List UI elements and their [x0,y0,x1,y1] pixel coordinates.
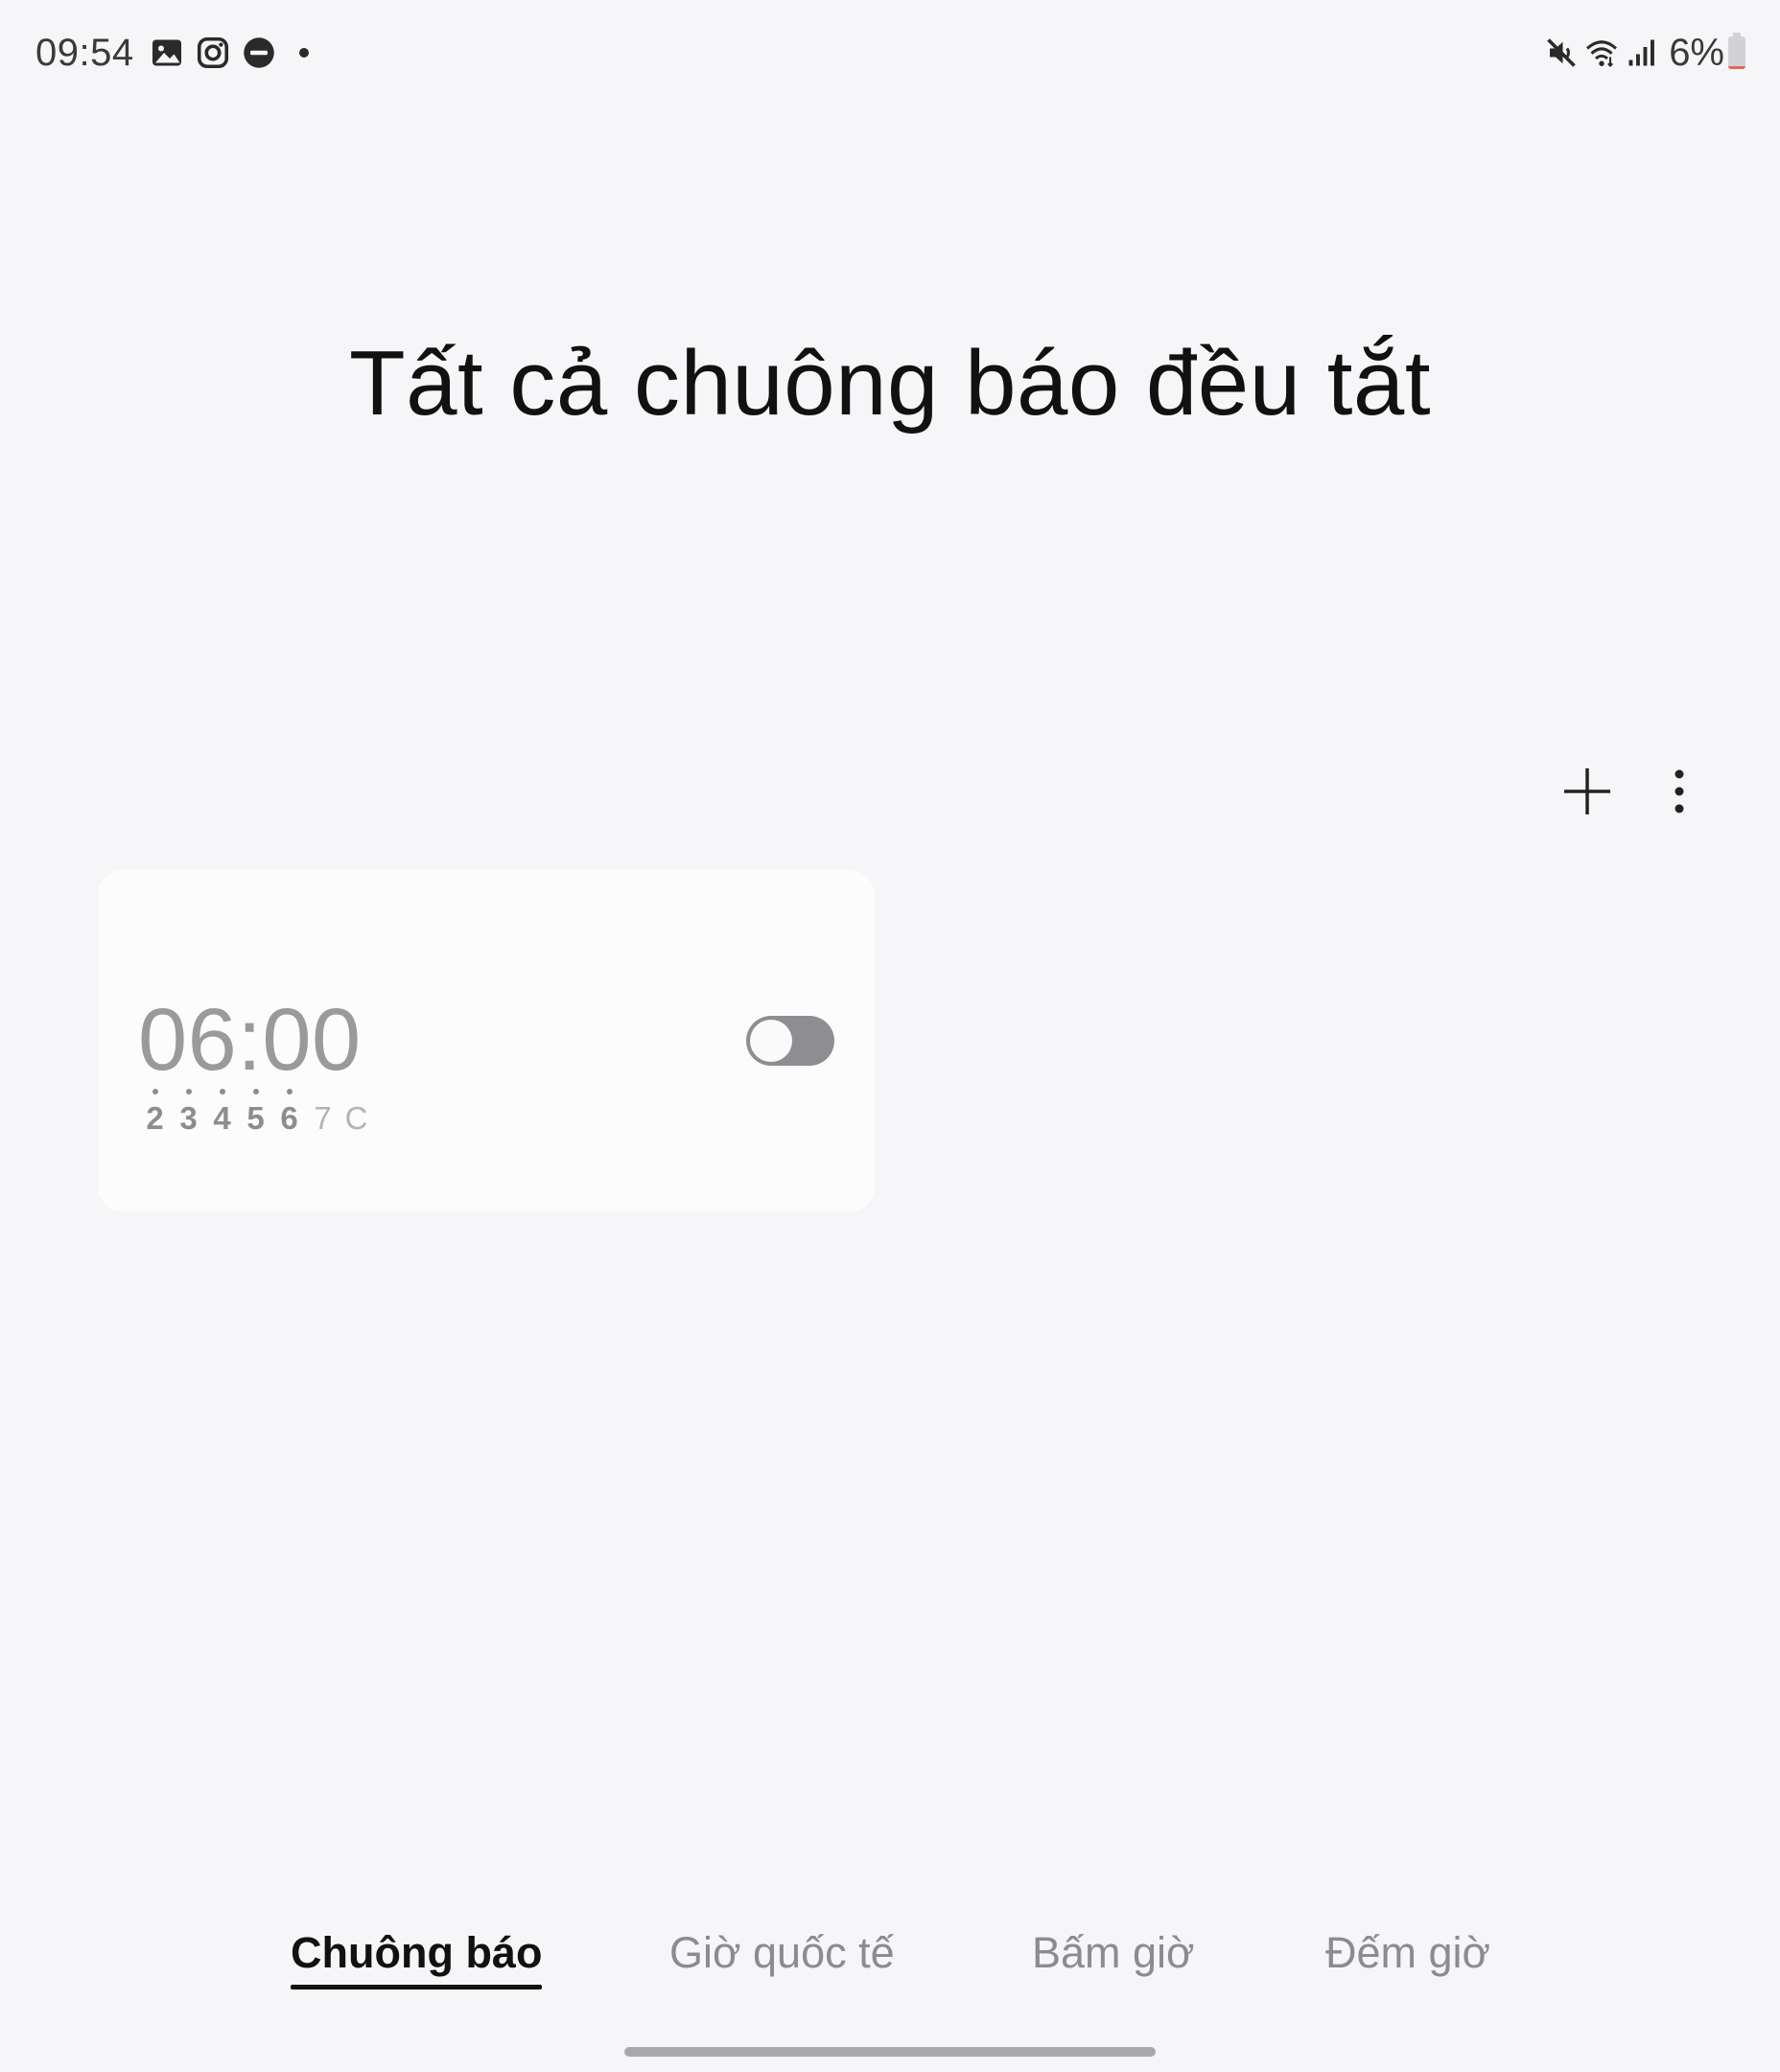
battery-icon [1728,33,1745,69]
more-options-button[interactable] [1646,758,1713,825]
alarm-day: 7 [306,1100,340,1137]
status-time: 09:54 [35,31,134,74]
notification-dot-icon [298,48,309,58]
bottom-tab-bar: Chuông báo Giờ quốc tế Bấm giờ Đếm giờ [0,1928,1780,2005]
do-not-disturb-icon [242,35,276,70]
alarm-day: 3 [172,1089,205,1137]
alarm-day: 4 [205,1089,239,1137]
tab-label: Bấm giờ [1032,1928,1195,1977]
alarm-day-label: 4 [213,1100,231,1136]
alarm-card[interactable]: 06:00 2 3 4 5 6 7 C [98,870,875,1212]
tab-alarm[interactable]: Chuông báo [291,1928,543,1990]
alarm-day-label: 6 [280,1100,298,1136]
tab-stopwatch[interactable]: Bấm giờ [1032,1928,1195,1978]
day-selected-dot [152,1089,158,1095]
alarm-day: 2 [138,1089,172,1137]
toggle-knob [750,1020,792,1062]
instagram-icon [196,35,230,70]
alarm-day: 6 [272,1089,306,1137]
alarm-day-label: 2 [146,1100,164,1136]
gallery-icon [150,35,184,70]
plus-icon [1564,768,1610,814]
tab-label: Giờ quốc tế [669,1928,895,1977]
alarm-time: 06:00 [138,991,362,1089]
signal-icon [1625,35,1659,70]
status-right: 6% [1544,32,1745,75]
tab-world-clock[interactable]: Giờ quốc tế [669,1928,895,1978]
alarm-day-label: 3 [179,1100,198,1136]
add-alarm-button[interactable] [1554,758,1621,825]
day-selected-dot [219,1089,225,1095]
mute-icon [1544,35,1579,70]
alarm-day: C [340,1100,373,1137]
active-tab-indicator [291,1985,543,1990]
tab-label: Đếm giờ [1325,1928,1491,1977]
alarm-toolbar [1554,758,1713,825]
status-left: 09:54 [35,32,309,75]
alarm-day-label: 7 [314,1100,332,1136]
battery-percentage: 6% [1669,31,1724,74]
status-bar: 09:54 6% [35,29,1745,77]
tab-label: Chuông báo [291,1928,543,1977]
page-title: Tất cả chuông báo đều tắt [349,332,1431,435]
alarm-day-label: C [344,1100,368,1136]
home-indicator[interactable] [624,2047,1156,2057]
alarm-toggle[interactable] [746,1016,834,1066]
day-selected-dot [185,1089,192,1095]
more-vertical-icon [1675,769,1684,813]
day-selected-dot [286,1089,293,1095]
alarm-day-label: 5 [246,1100,265,1136]
alarm-day: 5 [239,1089,272,1137]
battery-level-fill [1728,66,1745,69]
tab-timer[interactable]: Đếm giờ [1325,1928,1490,1978]
wifi-icon [1584,35,1619,70]
day-selected-dot [252,1089,259,1095]
alarm-repeat-days: 2 3 4 5 6 7 C [138,1089,373,1137]
